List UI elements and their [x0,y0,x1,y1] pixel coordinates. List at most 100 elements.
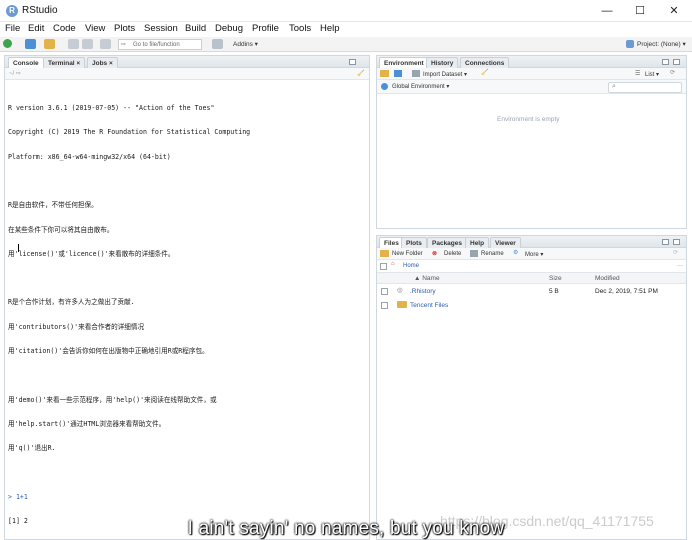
environment-tabbar: Environment History Connections [377,56,686,68]
files-tabbar: Files Plots Packages Help Viewer [377,236,686,248]
menu-code[interactable]: Code [53,23,76,34]
new-folder-button[interactable]: New Folder [392,251,423,257]
more-path-icon[interactable]: … [677,262,683,268]
home-icon: ⌂ [391,261,395,267]
open-file-icon[interactable] [44,39,55,49]
text-cursor [18,244,19,252]
new-file-icon[interactable] [3,39,12,48]
r-scope-icon [381,83,388,90]
minimize-button[interactable]: — [592,2,622,20]
grid-layout-icon[interactable] [212,39,223,49]
table-row[interactable]: Tencent Files [377,298,686,312]
menu-profile[interactable]: Profile [252,23,279,34]
row-checkbox[interactable] [381,288,388,295]
load-workspace-icon[interactable] [380,70,389,77]
menu-plots[interactable]: Plots [114,23,135,34]
pane-minimize-icon[interactable] [662,239,669,245]
window-title: RStudio [22,5,58,16]
goto-arrow-icon: ⇨ [121,42,127,48]
title-bar: R RStudio — ☐ ✕ [0,0,692,22]
list-view-menu[interactable]: List ▾ [645,71,659,78]
pane-minimize-icon[interactable] [662,59,669,65]
console-input-line: > 1+1 [8,492,28,501]
row-checkbox[interactable] [381,302,388,309]
folder-icon [397,301,407,308]
pane-restore-icon[interactable] [349,59,356,65]
tab-help[interactable]: Help [465,237,490,248]
refresh-files-icon[interactable]: ⟳ [673,249,678,256]
menu-view[interactable]: View [85,23,105,34]
console-line: R是自由软件，不带任何担保。 [8,201,98,210]
console-line: R version 3.6.1 (2019-07-05) -- "Action … [8,104,215,113]
environment-empty-message: Environment is empty [497,116,560,123]
files-toolbar: New Folder ⊗ Delete Rename ⚙ More ▾ ⟳ [377,248,686,260]
table-row[interactable]: ◎ .Rhistory 5 B Dec 2, 2019, 7:51 PM [377,284,686,298]
menu-edit[interactable]: Edit [28,23,44,34]
rstudio-logo-icon: R [6,5,18,17]
project-icon [626,40,634,48]
files-breadcrumb: ⌂ Home … [377,260,686,273]
breadcrumb-home[interactable]: Home [403,263,419,269]
column-modified[interactable]: Modified [595,275,620,282]
column-name[interactable]: ▲ Name [414,275,440,282]
new-folder-icon [380,250,389,257]
console-line: 用'q()'退出R. [8,444,56,453]
console-output[interactable]: R version 3.6.1 (2019-07-05) -- "Action … [8,88,250,540]
delete-icon: ⊗ [432,251,438,257]
save-icon[interactable] [68,39,79,49]
tab-jobs[interactable]: Jobs × [87,57,118,68]
console-line: 用'citation()'会告诉你如何在出版物中正确地引用R或R程序包。 [8,347,209,355]
new-project-icon[interactable] [25,39,36,49]
delete-button[interactable]: Delete [444,251,461,257]
menu-file[interactable]: File [5,23,20,34]
r-file-icon: ◎ [397,287,403,294]
tab-history[interactable]: History [426,57,459,68]
console-line: 用'help.start()'通过HTML浏览器来看帮助文件。 [8,419,166,428]
menu-debug[interactable]: Debug [215,23,243,34]
menu-tools[interactable]: Tools [289,23,311,34]
close-button[interactable]: ✕ [659,2,689,20]
maximize-button[interactable]: ☐ [625,2,655,20]
print-icon[interactable] [100,39,111,49]
search-icon: ⌕ [612,83,616,90]
clear-workspace-icon[interactable]: 🧹 [481,69,488,76]
environment-search-input[interactable]: ⌕ [608,82,682,93]
tab-terminal[interactable]: Terminal × [43,57,86,68]
addins-menu[interactable]: Addins ▾ [233,40,258,48]
import-dataset-button[interactable]: Import Dataset ▾ [423,71,467,78]
save-all-icon[interactable] [82,39,93,49]
menu-help[interactable]: Help [320,23,340,34]
refresh-environment-icon[interactable]: ⟳ [670,69,675,76]
pane-maximize-icon[interactable] [673,239,680,245]
pane-maximize-icon[interactable] [673,59,680,65]
menu-session[interactable]: Session [144,23,178,34]
save-workspace-icon[interactable] [394,70,402,77]
select-all-checkbox[interactable] [380,263,387,270]
environment-toolbar: Import Dataset ▾ 🧹 ☰ List ▾ ⟳ [377,68,686,80]
file-name[interactable]: .Rhistory [410,288,436,295]
tab-console[interactable]: Console [8,57,44,68]
column-size[interactable]: Size [549,275,562,282]
console-line: 在某些条件下你可以将其自由散布。 [8,225,114,234]
tab-viewer[interactable]: Viewer [490,237,521,248]
more-menu[interactable]: More ▾ [525,251,543,258]
project-menu[interactable]: Project: (None) ▾ [637,40,686,48]
rename-button[interactable]: Rename [481,251,504,257]
clear-console-icon[interactable]: 🧹 [357,70,364,77]
list-view-icon: ☰ [635,71,641,77]
tab-plots[interactable]: Plots [401,237,427,248]
console-path: ~/ ⇨ [9,71,21,77]
scope-dropdown[interactable]: Global Environment ▾ [392,83,449,90]
goto-file-input[interactable]: Go to file/function [118,39,202,50]
tab-packages[interactable]: Packages [427,237,467,248]
video-subtitle: I ain't sayin' no names, but you know [187,518,505,539]
menu-build[interactable]: Build [185,23,206,34]
console-line: 用'demo()'来看一些示范程序，用'help()'来阅读在线帮助文件，或 [8,395,217,404]
file-name[interactable]: Tencent Files [410,302,448,309]
tab-environment[interactable]: Environment [379,57,429,68]
tab-connections[interactable]: Connections [460,57,510,68]
console-line: Copyright (C) 2019 The R Foundation for … [8,128,251,137]
console-tabbar: Console Terminal × Jobs × [5,56,369,68]
